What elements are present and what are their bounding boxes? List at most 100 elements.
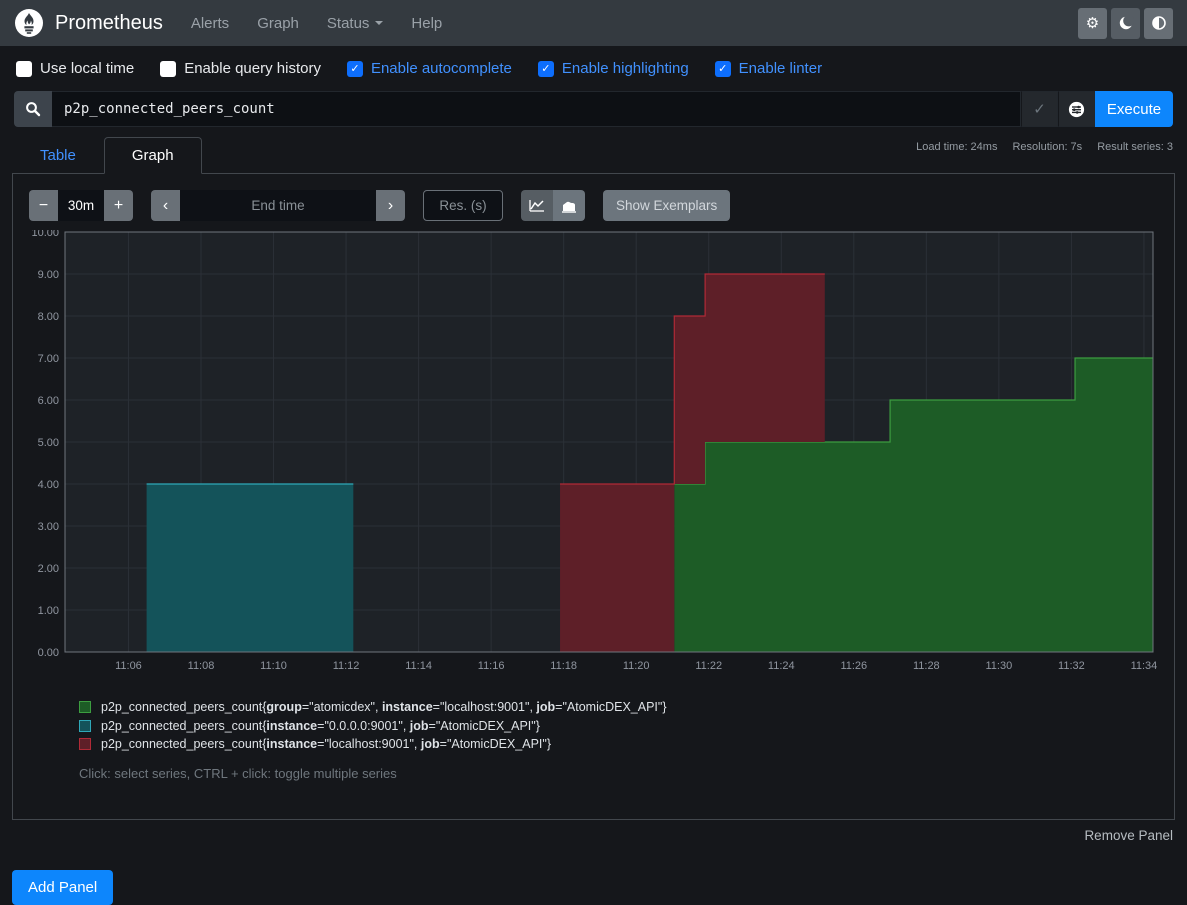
- option-use-local-time[interactable]: Use local time: [16, 60, 134, 77]
- option-label: Enable autocomplete: [371, 60, 512, 77]
- nav-link-status[interactable]: Status: [327, 15, 384, 32]
- time-forward-button[interactable]: ›: [376, 190, 405, 221]
- minus-icon: −: [39, 197, 48, 215]
- svg-text:11:30: 11:30: [986, 660, 1013, 672]
- checkbox-checked-icon[interactable]: ✓: [538, 61, 554, 77]
- legend-series[interactable]: p2p_connected_peers_count{instance="loca…: [79, 735, 1158, 754]
- chart-area: 0.001.002.003.004.005.006.007.008.009.00…: [29, 230, 1158, 678]
- chevron-down-icon: [375, 21, 383, 25]
- checkbox-icon[interactable]: [160, 61, 176, 77]
- svg-text:11:20: 11:20: [623, 660, 650, 672]
- query-stats: Load time: 24ms Resolution: 7s Result se…: [916, 141, 1173, 153]
- resolution: Resolution: 7s: [1012, 141, 1082, 153]
- option-label: Enable highlighting: [562, 60, 689, 77]
- resolution-input[interactable]: [423, 190, 503, 221]
- checkbox-checked-icon[interactable]: ✓: [715, 61, 731, 77]
- search-addon: [14, 91, 52, 127]
- series-selector: p2p_connected_peers_count{group="atomicd…: [101, 698, 667, 717]
- query-input[interactable]: [52, 91, 1021, 127]
- checkbox-icon[interactable]: [16, 61, 32, 77]
- query-validate-button[interactable]: ✓: [1021, 91, 1058, 127]
- option-enable-autocomplete[interactable]: ✓ Enable autocomplete: [347, 60, 512, 77]
- option-label: Enable query history: [184, 60, 321, 77]
- graph-canvas[interactable]: 0.001.002.003.004.005.006.007.008.009.00…: [29, 230, 1157, 678]
- app-title: Prometheus: [55, 12, 163, 35]
- svg-text:11:08: 11:08: [188, 660, 215, 672]
- svg-text:5.00: 5.00: [38, 437, 59, 449]
- svg-text:10.00: 10.00: [31, 230, 59, 239]
- svg-text:0.00: 0.00: [38, 647, 59, 659]
- result-series: Result series: 3: [1097, 141, 1173, 153]
- line-graph-icon: [529, 199, 545, 213]
- nav-link-help[interactable]: Help: [411, 15, 442, 32]
- legend: p2p_connected_peers_count{group="atomicd…: [79, 698, 1158, 754]
- nav-links: Alerts Graph Status Help: [191, 15, 442, 32]
- show-exemplars-button[interactable]: Show Exemplars: [603, 190, 730, 221]
- nav-link-graph[interactable]: Graph: [257, 15, 299, 32]
- series-swatch-icon: [79, 701, 91, 713]
- add-panel-button[interactable]: Add Panel: [12, 870, 113, 905]
- range-decrease-button[interactable]: −: [29, 190, 58, 221]
- svg-text:6.00: 6.00: [38, 395, 59, 407]
- range-group: − +: [29, 190, 133, 221]
- gear-icon: ⚙: [1086, 14, 1099, 32]
- dark-theme-button[interactable]: [1111, 8, 1140, 39]
- nav-link-alerts[interactable]: Alerts: [191, 15, 229, 32]
- option-enable-highlighting[interactable]: ✓ Enable highlighting: [538, 60, 689, 77]
- stacked-graph-button[interactable]: [553, 190, 585, 221]
- legend-series[interactable]: p2p_connected_peers_count{group="atomicd…: [79, 698, 1158, 717]
- svg-text:1.00: 1.00: [38, 605, 59, 617]
- graph-mode-group: [521, 190, 585, 221]
- svg-text:2.00: 2.00: [38, 563, 59, 575]
- plus-icon: +: [114, 197, 123, 215]
- option-enable-linter[interactable]: ✓ Enable linter: [715, 60, 822, 77]
- chevron-left-icon: ‹: [163, 197, 168, 215]
- svg-text:11:24: 11:24: [768, 660, 795, 672]
- svg-text:7.00: 7.00: [38, 353, 59, 365]
- load-time: Load time: 24ms: [916, 141, 997, 153]
- tab-bar: Table Graph Load time: 24ms Resolution: …: [12, 137, 1175, 174]
- series-swatch-icon: [79, 720, 91, 732]
- time-back-button[interactable]: ‹: [151, 190, 180, 221]
- legend-hint: Click: select series, CTRL + click: togg…: [79, 766, 1158, 781]
- svg-text:4.00: 4.00: [38, 479, 59, 491]
- series-swatch-icon: [79, 738, 91, 750]
- navbar-actions: ⚙: [1078, 8, 1173, 39]
- moon-icon: [1118, 15, 1134, 31]
- svg-text:9.00: 9.00: [38, 269, 59, 281]
- range-increase-button[interactable]: +: [104, 190, 133, 221]
- remove-panel-link[interactable]: Remove Panel: [1084, 828, 1173, 843]
- checkbox-checked-icon[interactable]: ✓: [347, 61, 363, 77]
- svg-text:11:06: 11:06: [115, 660, 142, 672]
- line-graph-button[interactable]: [521, 190, 553, 221]
- tab-graph[interactable]: Graph: [104, 137, 202, 174]
- end-time-input[interactable]: [180, 190, 376, 221]
- query-bar: ✓ Execute: [14, 91, 1173, 127]
- svg-text:11:18: 11:18: [550, 660, 577, 672]
- svg-text:8.00: 8.00: [38, 311, 59, 323]
- series-selector: p2p_connected_peers_count{instance="0.0.…: [101, 717, 540, 736]
- series-selector: p2p_connected_peers_count{instance="loca…: [101, 735, 551, 754]
- endtime-group: ‹ ›: [151, 190, 405, 221]
- settings-button[interactable]: ⚙: [1078, 8, 1107, 39]
- contrast-icon: [1151, 15, 1167, 31]
- svg-text:11:32: 11:32: [1058, 660, 1085, 672]
- tab-table[interactable]: Table: [12, 137, 104, 174]
- option-label: Enable linter: [739, 60, 822, 77]
- stacked-graph-icon: [561, 199, 577, 213]
- svg-text:11:16: 11:16: [478, 660, 505, 672]
- metrics-explorer-button[interactable]: [1058, 91, 1095, 127]
- execute-button[interactable]: Execute: [1095, 91, 1173, 127]
- brand[interactable]: Prometheus: [14, 8, 163, 38]
- option-enable-query-history[interactable]: Enable query history: [160, 60, 321, 77]
- legend-series[interactable]: p2p_connected_peers_count{instance="0.0.…: [79, 717, 1158, 736]
- navbar: Prometheus Alerts Graph Status Help ⚙: [0, 0, 1187, 46]
- prometheus-logo-icon: [14, 8, 44, 38]
- svg-text:11:10: 11:10: [260, 660, 287, 672]
- option-label: Use local time: [40, 60, 134, 77]
- range-input[interactable]: [58, 190, 104, 221]
- options-row: Use local time Enable query history ✓ Enabl…: [0, 46, 1187, 89]
- auto-theme-button[interactable]: [1144, 8, 1173, 39]
- search-icon: [25, 101, 41, 117]
- svg-text:11:12: 11:12: [333, 660, 360, 672]
